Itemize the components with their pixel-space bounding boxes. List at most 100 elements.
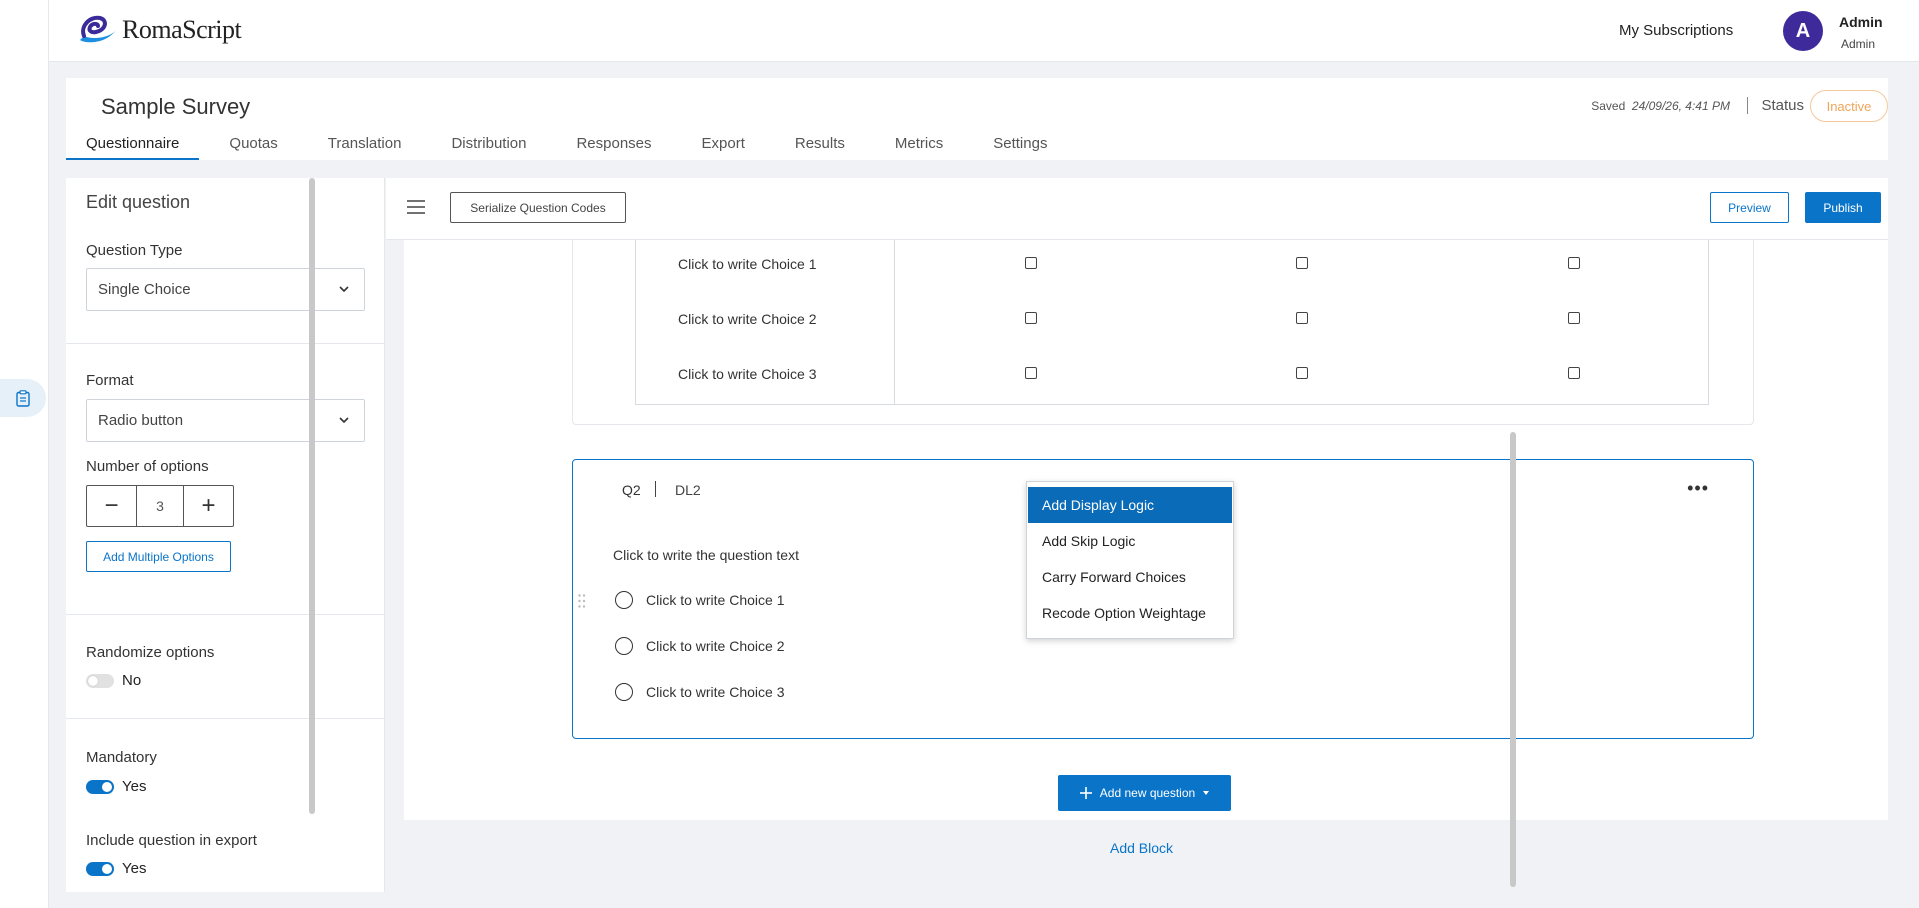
include-export-label: Include question in export xyxy=(86,832,257,849)
matrix-checkbox[interactable] xyxy=(1025,257,1037,269)
user-name: Admin xyxy=(1839,14,1883,30)
tab-translation[interactable]: Translation xyxy=(308,134,422,160)
tab-distribution[interactable]: Distribution xyxy=(431,134,546,160)
matrix-checkbox[interactable] xyxy=(1568,367,1580,379)
add-multiple-options-button[interactable]: Add Multiple Options xyxy=(86,541,231,572)
menu-item-add-display-logic[interactable]: Add Display Logic xyxy=(1028,487,1232,523)
menu-item-add-skip-logic[interactable]: Add Skip Logic xyxy=(1028,523,1232,559)
user-role: Admin xyxy=(1841,37,1876,51)
format-select[interactable]: Radio button xyxy=(86,399,365,442)
saved-label: Saved xyxy=(1591,99,1626,113)
status-badge[interactable]: Inactive xyxy=(1810,90,1888,122)
avatar[interactable]: A xyxy=(1783,11,1823,51)
matrix-checkbox[interactable] xyxy=(1025,367,1037,379)
tab-export[interactable]: Export xyxy=(682,134,765,160)
tab-settings[interactable]: Settings xyxy=(973,134,1067,160)
menu-item-carry-forward-choices[interactable]: Carry Forward Choices xyxy=(1028,559,1232,595)
saved-time: 24/09/26, 4:41 PM xyxy=(1631,99,1730,113)
logo-text: RomaScript xyxy=(122,15,242,44)
tab-metrics[interactable]: Metrics xyxy=(875,134,963,160)
randomize-value: No xyxy=(122,672,142,689)
num-options-value[interactable]: 3 xyxy=(136,486,184,526)
add-new-question-label: Add new question xyxy=(1099,786,1196,800)
question-type-select[interactable]: Single Choice xyxy=(86,268,365,311)
choice-label[interactable]: Click to write Choice 3 xyxy=(646,684,785,700)
panel-divider xyxy=(66,718,384,719)
left-rail xyxy=(0,0,49,908)
tab-questionnaire[interactable]: Questionnaire xyxy=(66,134,200,160)
main-scrollbar[interactable] xyxy=(1510,432,1516,887)
question-code[interactable]: DL2 xyxy=(675,482,701,498)
radio-button[interactable] xyxy=(615,591,633,609)
add-new-question-button[interactable]: Add new question xyxy=(1058,775,1231,811)
preview-button[interactable]: Preview xyxy=(1710,192,1789,223)
panel-title: Edit question xyxy=(86,192,191,212)
matrix-checkbox[interactable] xyxy=(1025,312,1037,324)
matrix-row-label[interactable]: Click to write Choice 3 xyxy=(678,366,817,382)
drag-handle-icon[interactable] xyxy=(578,594,586,608)
radio-button[interactable] xyxy=(615,637,633,655)
mandatory-toggle-row: Yes xyxy=(86,778,146,795)
panel-divider xyxy=(66,614,384,615)
status-separator xyxy=(1747,97,1748,114)
randomize-toggle[interactable] xyxy=(86,673,114,688)
format-label: Format xyxy=(86,372,134,389)
more-options-icon[interactable]: ••• xyxy=(1687,478,1709,499)
questions-area: Click to write Choice 1 Click to write C… xyxy=(404,240,1888,820)
logo[interactable]: RomaScript xyxy=(76,14,242,46)
editor-toolbar: Serialize Question Codes Preview Publish xyxy=(386,178,1888,240)
question-type-label: Question Type xyxy=(86,242,183,259)
matrix-table: Click to write Choice 1 Click to write C… xyxy=(635,240,1709,405)
matrix-row-label[interactable]: Click to write Choice 2 xyxy=(678,311,817,327)
choice-label[interactable]: Click to write Choice 1 xyxy=(646,592,785,608)
logic-context-menu: Add Display Logic Add Skip Logic Carry F… xyxy=(1026,481,1234,639)
survey-tabs: Questionnaire Quotas Translation Distrib… xyxy=(66,134,1077,160)
panel-scrollbar[interactable] xyxy=(309,178,315,814)
increment-button[interactable]: + xyxy=(184,486,233,526)
choice-item: Click to write Choice 1 xyxy=(615,591,785,609)
format-value: Radio button xyxy=(98,412,184,429)
tab-quotas[interactable]: Quotas xyxy=(209,134,297,160)
my-subscriptions-link[interactable]: My Subscriptions xyxy=(1619,22,1733,39)
top-header: RomaScript My Subscriptions A Admin Admi… xyxy=(49,0,1919,62)
include-export-toggle[interactable] xyxy=(86,861,114,876)
tab-responses[interactable]: Responses xyxy=(556,134,671,160)
add-block-link[interactable]: Add Block xyxy=(1110,840,1173,856)
tab-results[interactable]: Results xyxy=(775,134,865,160)
question-type-value: Single Choice xyxy=(98,281,191,298)
publish-button[interactable]: Publish xyxy=(1805,192,1881,223)
saved-status: Saved 24/09/26, 4:41 PM xyxy=(1591,99,1730,113)
question-text[interactable]: Click to write the question text xyxy=(613,547,799,563)
mandatory-toggle[interactable] xyxy=(86,779,114,794)
mandatory-value: Yes xyxy=(122,778,147,795)
matrix-checkbox[interactable] xyxy=(1296,257,1308,269)
plus-icon xyxy=(1079,787,1092,799)
radio-button[interactable] xyxy=(615,683,633,701)
choice-item: Click to write Choice 3 xyxy=(615,683,785,701)
matrix-checkbox[interactable] xyxy=(1568,257,1580,269)
mandatory-label: Mandatory xyxy=(86,749,157,766)
choice-label[interactable]: Click to write Choice 2 xyxy=(646,638,785,654)
question-card-q1[interactable]: Click to write Choice 1 Click to write C… xyxy=(572,240,1754,425)
num-options-stepper: − 3 + xyxy=(86,485,234,527)
matrix-row: Click to write Choice 2 xyxy=(636,309,1710,329)
hamburger-menu-icon[interactable] xyxy=(407,199,425,215)
randomize-toggle-row: No xyxy=(86,672,141,689)
decrement-button[interactable]: − xyxy=(87,486,136,526)
matrix-row: Click to write Choice 1 xyxy=(636,254,1710,274)
serialize-question-codes-button[interactable]: Serialize Question Codes xyxy=(450,192,626,223)
clipboard-icon xyxy=(16,389,30,407)
matrix-checkbox[interactable] xyxy=(1568,312,1580,324)
rail-item-questionnaire[interactable] xyxy=(0,379,46,417)
logo-mark-icon xyxy=(80,15,116,43)
include-export-value: Yes xyxy=(122,860,147,877)
matrix-checkbox[interactable] xyxy=(1296,367,1308,379)
include-export-toggle-row: Yes xyxy=(86,860,146,877)
matrix-row-label[interactable]: Click to write Choice 1 xyxy=(678,256,817,272)
matrix-checkbox[interactable] xyxy=(1296,312,1308,324)
status-label: Status xyxy=(1761,97,1804,114)
chevron-down-icon xyxy=(339,417,349,424)
panel-divider xyxy=(66,343,384,344)
menu-item-recode-option-weightage[interactable]: Recode Option Weightage xyxy=(1028,595,1232,631)
randomize-label: Randomize options xyxy=(86,644,215,661)
